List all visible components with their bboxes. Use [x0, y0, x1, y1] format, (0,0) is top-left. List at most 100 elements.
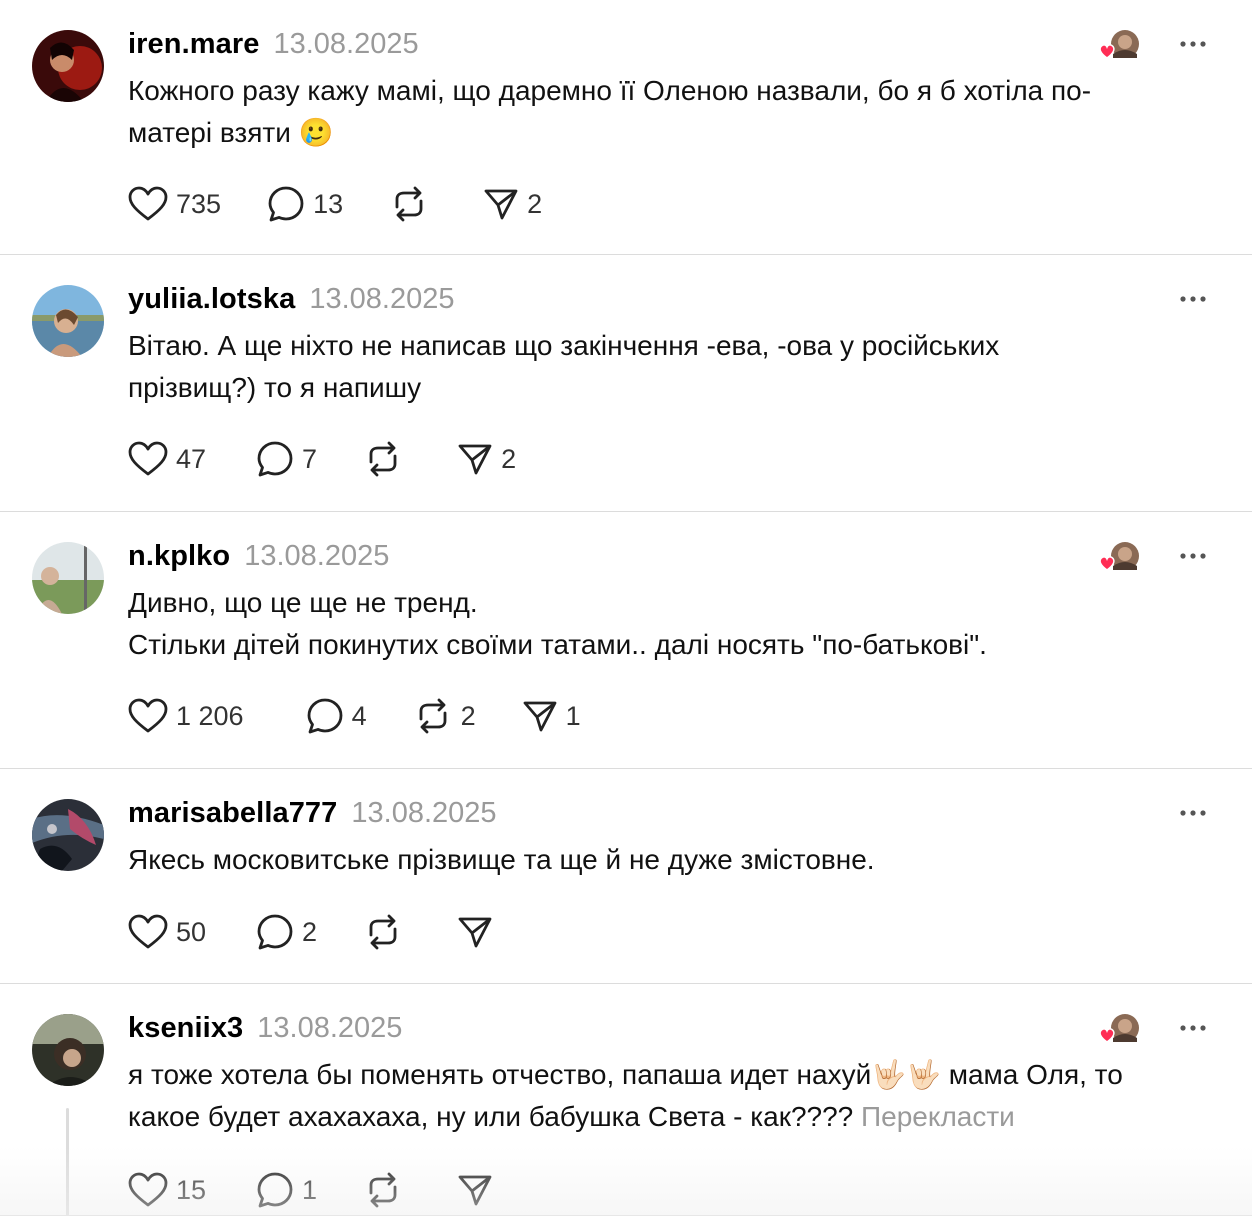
post-text: я тоже хотела бы поменять отчество, папа…	[128, 1054, 1204, 1138]
author-liked-indicator	[1098, 1012, 1144, 1046]
reply-button[interactable]: 2	[256, 910, 317, 954]
repost-icon	[369, 914, 397, 950]
like-count: 735	[176, 188, 222, 219]
avatar[interactable]	[32, 30, 104, 102]
like-count: 1 206	[176, 700, 244, 731]
reply-button[interactable]: 4	[306, 694, 367, 738]
share-icon	[484, 189, 518, 220]
like-button[interactable]: 15	[128, 1168, 206, 1212]
reply-button[interactable]: 13	[267, 182, 343, 226]
post: kseniix3 13.08.2025 я тоже хотела бы пом…	[0, 984, 1252, 1216]
repost-icon	[419, 698, 447, 734]
post-header: n.kplko 13.08.2025	[128, 536, 389, 576]
avatar[interactable]	[32, 285, 104, 357]
post-header: marisabella777 13.08.2025	[128, 793, 497, 833]
post-header: kseniix3 13.08.2025	[128, 1008, 402, 1048]
repost-icon	[369, 441, 397, 477]
like-count: 50	[176, 916, 207, 947]
repost-button[interactable]	[363, 1168, 411, 1212]
reply-button[interactable]: 1	[256, 1168, 317, 1212]
post-actions: 50 2	[128, 910, 547, 954]
post-date[interactable]: 13.08.2025	[273, 28, 418, 61]
avatar[interactable]	[32, 542, 104, 614]
translate-link[interactable]: Перекласти	[861, 1101, 1015, 1132]
share-button[interactable]	[457, 910, 501, 954]
heart-icon	[128, 186, 168, 221]
share-button[interactable]: 2	[457, 437, 516, 481]
share-icon	[458, 444, 492, 475]
comment-icon	[257, 441, 293, 477]
share-count: 2	[501, 443, 517, 474]
share-icon	[458, 1175, 492, 1206]
post-date[interactable]: 13.08.2025	[351, 797, 496, 830]
post-date[interactable]: 13.08.2025	[244, 540, 389, 573]
comment-icon	[257, 1172, 293, 1208]
repost-button[interactable]	[363, 910, 411, 954]
avatar[interactable]	[32, 799, 104, 871]
post-text: Кожного разу кажу мамі, що даремно її Ол…	[128, 75, 1092, 148]
post-actions: 1 206 4 2 1	[128, 694, 627, 738]
reply-button[interactable]: 7	[256, 437, 317, 481]
like-count: 47	[176, 443, 207, 474]
repost-icon	[395, 186, 423, 222]
repost-button[interactable]	[389, 182, 437, 226]
username[interactable]: yuliia.lotska	[128, 283, 295, 316]
post-date[interactable]: 13.08.2025	[257, 1012, 402, 1045]
heart-icon	[128, 441, 168, 476]
share-button[interactable]: 2	[483, 182, 542, 226]
heart-icon	[128, 698, 168, 733]
repost-icon	[369, 1172, 397, 1208]
like-count: 15	[176, 1174, 207, 1205]
post: marisabella777 13.08.2025 Якесь московит…	[0, 769, 1252, 984]
post: iren.mare 13.08.2025 Кожного разу кажу м…	[0, 0, 1252, 255]
share-icon	[458, 917, 492, 948]
post-actions: 15 1	[128, 1168, 547, 1212]
like-button[interactable]: 1 206	[128, 694, 244, 738]
share-icon	[523, 701, 557, 732]
share-count: 1	[565, 700, 581, 731]
post: n.kplko 13.08.2025 Дивно, що це ще не тр…	[0, 512, 1252, 769]
post-text: Дивно, що це ще не тренд. Стільки дітей …	[128, 587, 987, 660]
reply-count: 1	[302, 1174, 318, 1205]
repost-count: 2	[460, 700, 476, 731]
post-header: yuliia.lotska 13.08.2025	[128, 279, 454, 319]
more-options-icon[interactable]	[1178, 540, 1208, 572]
post-date[interactable]: 13.08.2025	[309, 283, 454, 316]
heart-icon	[128, 1172, 168, 1207]
more-options-icon[interactable]	[1178, 283, 1208, 315]
thread-line	[66, 1108, 69, 1216]
post-text: Вітаю. А ще ніхто не написав що закінчен…	[128, 330, 1000, 403]
reply-count: 4	[351, 700, 367, 731]
reply-count: 2	[302, 916, 318, 947]
heart-icon	[1099, 1028, 1115, 1043]
comment-icon	[257, 914, 293, 950]
more-options-icon[interactable]	[1178, 797, 1208, 829]
like-button[interactable]: 47	[128, 437, 206, 481]
more-options-icon[interactable]	[1178, 1012, 1208, 1044]
post-header: iren.mare 13.08.2025	[128, 24, 419, 64]
reply-count: 7	[302, 443, 318, 474]
reply-count: 13	[313, 188, 344, 219]
repost-button[interactable]	[363, 437, 411, 481]
repost-button[interactable]: 2	[413, 694, 476, 738]
more-options-icon[interactable]	[1178, 28, 1208, 60]
post: yuliia.lotska 13.08.2025 Вітаю. А ще ніх…	[0, 255, 1252, 512]
like-button[interactable]: 735	[128, 182, 221, 226]
author-liked-indicator	[1098, 28, 1144, 62]
post-actions: 735 13 2	[128, 182, 588, 226]
heart-icon	[128, 914, 168, 949]
like-button[interactable]: 50	[128, 910, 206, 954]
post-actions: 47 7 2	[128, 437, 562, 481]
username[interactable]: iren.mare	[128, 28, 259, 61]
share-button[interactable]: 1	[522, 694, 581, 738]
heart-icon	[1099, 556, 1115, 571]
username[interactable]: marisabella777	[128, 797, 337, 830]
heart-icon	[1099, 44, 1115, 59]
username[interactable]: kseniix3	[128, 1012, 243, 1045]
username[interactable]: n.kplko	[128, 540, 230, 573]
share-button[interactable]	[457, 1168, 501, 1212]
comment-icon	[268, 186, 304, 222]
author-liked-indicator	[1098, 540, 1144, 574]
avatar[interactable]	[32, 1014, 104, 1086]
share-count: 2	[527, 188, 543, 219]
